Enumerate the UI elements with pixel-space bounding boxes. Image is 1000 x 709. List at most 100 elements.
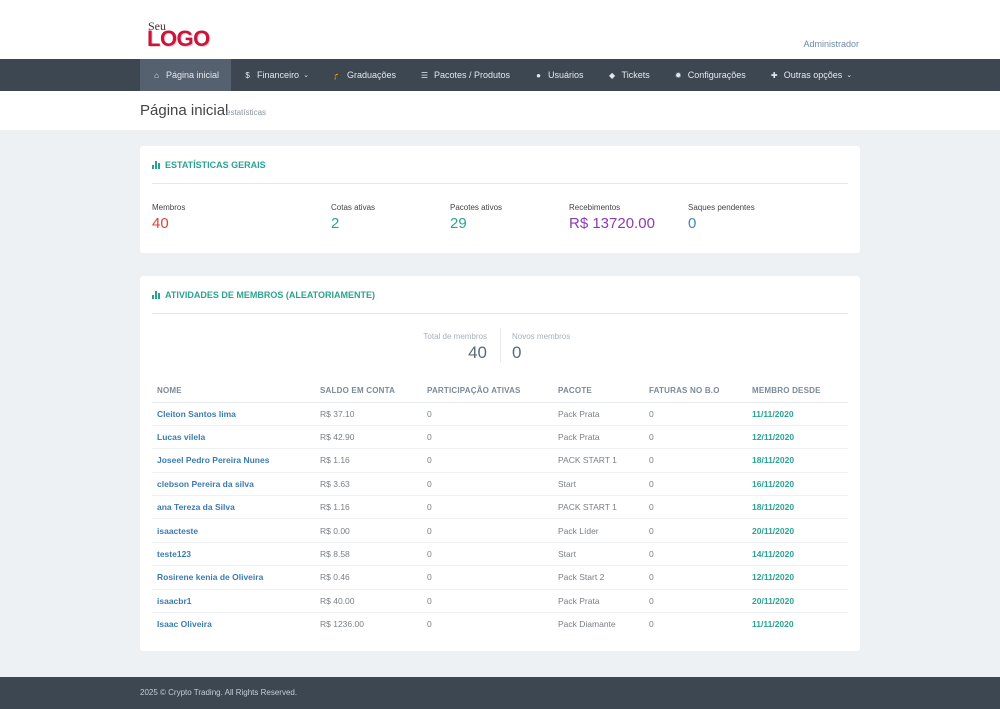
summary-divider — [500, 328, 501, 362]
cell-member-since: 11/11/2020 — [747, 402, 848, 426]
cell-balance: R$ 0.46 — [315, 565, 422, 590]
column-header-name[interactable]: NOME — [152, 380, 315, 403]
cell-package: Pack Diamante — [558, 619, 616, 630]
nav-item-label: Pacotes / Produtos — [433, 70, 511, 80]
column-header-participation[interactable]: PARTICIPAÇÃO ATIVAS — [422, 380, 553, 403]
table-row: isaacteste R$ 0.00 0 Pack Líder 0 20/11/2020 — [152, 518, 848, 543]
column-header-invoices[interactable]: FATURAS NO B.O — [644, 380, 747, 403]
cell-balance: R$ 3.63 — [315, 472, 422, 497]
stat-pending-withdrawals: Saques pendentes 0 — [688, 203, 755, 232]
user-icon: ● — [536, 70, 541, 80]
cell-member-since: 18/11/2020 — [747, 448, 848, 473]
logo-text: LOGO — [147, 26, 210, 51]
nav-item-usuários[interactable]: ● Usuários — [522, 59, 596, 91]
cell-member-name[interactable]: ana Tereza da Silva — [152, 495, 315, 520]
stat-value: R$ 13720.00 — [569, 215, 655, 232]
cell-member-since: 18/11/2020 — [747, 495, 848, 520]
cell-member-name[interactable]: Cleiton Santos lima — [152, 402, 315, 426]
column-header-member-since[interactable]: MEMBRO DESDE — [747, 380, 848, 403]
ticket-icon: ◆ — [608, 70, 616, 80]
table-row: clebson Pereira da silva R$ 3.63 0 Start 0 16… — [152, 472, 848, 497]
nav-item-outras-opções[interactable]: ✚ Outras opções ⌄ — [758, 59, 864, 91]
cell-member-name[interactable]: clebson Pereira da silva — [152, 472, 315, 497]
cell-member-since: 20/11/2020 — [747, 518, 848, 543]
cell-member-name[interactable]: Rosirene kenia de Oliveira — [152, 565, 315, 590]
cell-package: Start — [553, 472, 644, 497]
nav-menu: ⌂ Página inicial $ Financeiro ⌄ 🎓 Graduações ☰ P… — [140, 59, 864, 91]
table-row: Rosirene kenia de Oliveira R$ 0.46 0 Pack S… — [152, 565, 848, 590]
brand-logo[interactable]: Seu LOGO — [145, 16, 210, 52]
cell-package: PACK START 1 — [553, 448, 644, 473]
nav-item-label: Usuários — [548, 70, 584, 80]
table-row: Isaac Oliveira R$ 1236.00 0 Pack Diamante 0 1… — [152, 613, 848, 636]
main-navbar: ⌂ Página inicial $ Financeiro ⌄ 🎓 Graduações ☰ P… — [0, 59, 1000, 91]
general-stats-title-text: ESTATÍSTICAS GERAIS — [165, 160, 266, 170]
divider — [152, 183, 848, 184]
cell-package: Pack Prata — [553, 425, 644, 450]
nav-item-página-inicial[interactable]: ⌂ Página inicial — [140, 59, 232, 91]
cell-invoices: 0 — [644, 565, 747, 590]
cell-active-participation: 0 — [422, 589, 553, 614]
nav-item-label: Configurações — [687, 70, 746, 80]
cell-invoices: 0 — [644, 472, 747, 497]
page-footer: 2025 © Crypto Trading. All Rights Reserv… — [0, 677, 1000, 709]
cell-active-participation: 0 — [422, 448, 553, 473]
cell-invoices: 0 — [644, 402, 747, 426]
cell-invoices: 0 — [644, 448, 747, 473]
cell-member-name[interactable]: teste123 — [152, 542, 315, 567]
plus-icon: ✚ — [770, 70, 778, 80]
cell-balance: R$ 1236.00 — [320, 619, 364, 630]
cell-member-name[interactable]: Isaac Oliveira — [152, 613, 315, 636]
cell-package: Start — [553, 542, 644, 567]
cell-member-name[interactable]: Joseel Pedro Pereira Nunes — [152, 448, 315, 473]
nav-item-configurações[interactable]: ✹ Configurações — [662, 59, 758, 91]
stat-label: Membros — [152, 203, 186, 212]
cell-invoices: 0 — [644, 518, 747, 543]
general-stats-card: ESTATÍSTICAS GERAIS Membros 40 Cotas ati… — [140, 146, 860, 253]
cell-member-name[interactable]: isaacteste — [152, 518, 315, 543]
cell-member-name[interactable]: isaacbr1 — [152, 589, 315, 614]
cell-invoices: 0 — [644, 495, 747, 520]
list-icon: ☰ — [420, 70, 429, 80]
cell-active-participation: 0 — [422, 542, 553, 567]
general-stats-title: ESTATÍSTICAS GERAIS — [152, 160, 266, 170]
cell-package: Pack Líder — [553, 518, 644, 543]
nav-item-label: Outras opções — [783, 70, 843, 80]
total-members-label: Total de membros — [423, 332, 487, 341]
stat-members: Membros 40 — [152, 203, 185, 232]
nav-item-graduações[interactable]: 🎓 Graduações — [321, 59, 408, 91]
cell-active-participation: 0 — [422, 518, 553, 543]
member-activities-title: ATIVIDADES DE MEMBROS (ALEATORIAMENTE) — [152, 290, 375, 300]
page-title: Página inicial — [140, 102, 229, 119]
cell-active-participation: 0 — [422, 402, 553, 426]
stat-label: Recebimentos — [569, 203, 621, 212]
new-members-summary: Novos membros 0 — [512, 332, 570, 363]
stat-label: Saques pendentes — [688, 203, 755, 212]
dollar-icon: $ — [245, 70, 250, 80]
page-header: Página inicial estatísticas — [0, 91, 1000, 130]
page-subtitle: estatísticas — [226, 108, 267, 117]
cell-balance: R$ 0.00 — [315, 518, 422, 543]
cell-invoices: 0 — [649, 619, 654, 630]
bar-chart-icon — [152, 161, 162, 169]
table-row: ana Tereza da Silva R$ 1.16 0 PACK START 10… — [152, 495, 848, 520]
cell-balance: R$ 37.10 — [315, 402, 422, 426]
chevron-down-icon: ⌄ — [303, 72, 309, 79]
column-header-package[interactable]: PACOTE — [553, 380, 644, 403]
user-menu-link[interactable]: Administrador — [803, 39, 859, 49]
nav-item-pacotes-produtos[interactable]: ☰ Pacotes / Produtos — [408, 59, 522, 91]
graduation-cap-icon: 🎓 — [332, 70, 343, 80]
nav-item-financeiro[interactable]: $ Financeiro ⌄ — [231, 59, 321, 91]
cell-balance: R$ 1.16 — [315, 495, 422, 520]
cell-invoices: 0 — [644, 542, 747, 567]
column-header-balance[interactable]: SALDO EM CONTA — [315, 380, 422, 403]
total-members-value: 40 — [468, 343, 487, 362]
new-members-value: 0 — [512, 343, 522, 362]
stat-label: Cotas ativas — [331, 203, 376, 212]
nav-item-tickets[interactable]: ◆ Tickets — [596, 59, 662, 91]
cell-member-since: 12/11/2020 — [747, 565, 848, 590]
table-row: Joseel Pedro Pereira Nunes R$ 1.16 0 PACK S… — [152, 448, 848, 473]
cell-member-name[interactable]: Lucas vilela — [152, 425, 315, 450]
table-row: Cleiton Santos lima R$ 37.10 0 Pack Prata 0 1… — [152, 402, 848, 426]
table-row: teste123 R$ 8.58 0 Start 0 14/11/2020 — [152, 542, 848, 567]
